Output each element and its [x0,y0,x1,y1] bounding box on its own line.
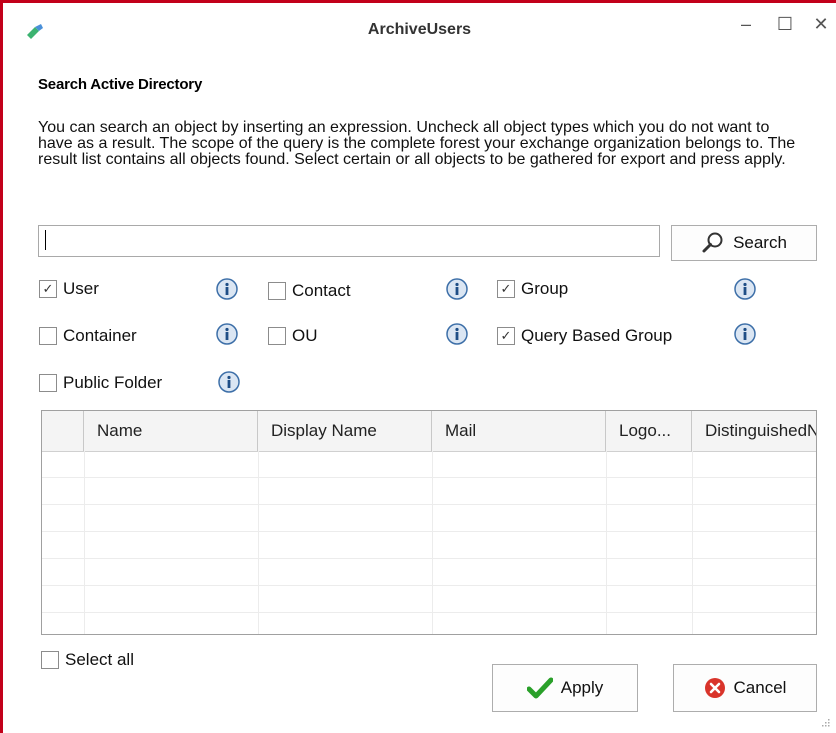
apply-button-label: Apply [560,678,604,697]
grid-row-line [42,505,816,532]
grid-row-line [42,586,816,613]
maximize-button[interactable]: ☐ [772,11,798,37]
info-icon[interactable] [446,278,468,300]
checkbox-label: Public Folder [63,373,163,392]
select-all-checkbox[interactable]: Select all [41,650,134,670]
checkbox-contact[interactable]: Contact [268,281,351,301]
checkbox-label: OU [292,326,318,345]
checkbox-user[interactable]: ✓ User [39,279,99,299]
grid-row-line [42,559,816,586]
checkbox-box: ✓ [497,327,515,345]
results-grid[interactable]: Name Display Name Mail Logo... Distingui… [41,410,817,635]
checkbox-label: Contact [292,281,351,300]
column-header-display-name[interactable]: Display Name [258,411,432,451]
search-input[interactable] [38,225,660,257]
cancel-button[interactable]: Cancel [673,664,817,712]
cancel-button-label: Cancel [733,678,787,697]
checkmark-icon [526,677,553,699]
checkbox-ou[interactable]: OU [268,326,318,346]
description-text: You can search an object by inserting an… [38,119,796,168]
minimize-button[interactable]: – [733,11,759,37]
info-icon[interactable] [446,323,468,345]
checkbox-box [268,282,286,300]
row-header-corner [42,411,84,451]
search-button-label: Search [733,233,787,252]
text-caret [45,230,46,250]
search-button[interactable]: Search [671,225,817,261]
grid-header: Name Display Name Mail Logo... Distingui… [42,411,816,452]
resize-grip-icon[interactable] [820,717,830,727]
grid-row-line [42,451,816,478]
column-header-logon[interactable]: Logo... [606,411,692,451]
window-title: ArchiveUsers [367,21,472,38]
checkbox-container[interactable]: Container [39,326,137,346]
checkbox-box [268,327,286,345]
grid-row-line [42,478,816,505]
checkbox-public-folder[interactable]: Public Folder [39,373,162,393]
checkbox-box [41,651,59,669]
checkbox-label: Container [63,326,137,345]
checkbox-label: Query Based Group [521,326,673,345]
info-icon[interactable] [216,323,238,345]
section-heading: Search Active Directory [38,76,203,93]
select-all-label: Select all [65,650,134,669]
column-header-distinguished-name[interactable]: DistinguishedN [692,411,816,451]
grid-row-line [42,532,816,559]
info-icon[interactable] [734,278,756,300]
checkbox-box [39,374,57,392]
info-icon[interactable] [734,323,756,345]
checkbox-box: ✓ [497,280,515,298]
info-icon[interactable] [218,371,240,393]
checkbox-box [39,327,57,345]
cancel-icon [704,678,725,698]
apply-button[interactable]: Apply [492,664,638,712]
title-bar[interactable]: ArchiveUsers – ☐ ✕ [3,3,836,55]
checkbox-query-based-group[interactable]: ✓ Query Based Group [497,326,672,346]
checkbox-label: Group [521,279,569,298]
close-button[interactable]: ✕ [808,11,834,37]
checkbox-label: User [63,279,99,298]
column-header-name[interactable]: Name [84,411,258,451]
magnifier-icon [702,232,723,253]
archive-users-window: ArchiveUsers – ☐ ✕ Search Active Directo… [0,0,836,733]
checkbox-group[interactable]: ✓ Group [497,279,568,299]
checkbox-box: ✓ [39,280,57,298]
info-icon[interactable] [216,278,238,300]
column-header-mail[interactable]: Mail [432,411,606,451]
